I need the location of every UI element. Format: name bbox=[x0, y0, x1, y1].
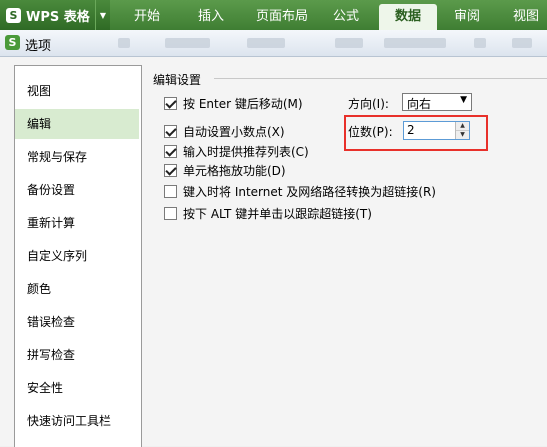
tab-page-layout[interactable]: 页面布局 bbox=[247, 4, 317, 30]
checkbox-alt-click-hyperlink[interactable] bbox=[164, 206, 177, 220]
direction-value: 向右 bbox=[407, 97, 432, 111]
sidebar-item-view[interactable]: 视图 bbox=[15, 76, 139, 106]
option-label: 键入时将 Internet 及网络路径转换为超链接(R) bbox=[183, 184, 436, 199]
chevron-down-icon[interactable]: ▼ bbox=[95, 0, 110, 30]
sidebar-item-spell-check[interactable]: 拼写检查 bbox=[15, 340, 139, 370]
tab-data[interactable]: 数据 bbox=[379, 4, 437, 30]
sidebar-item-quick-access-toolbar[interactable]: 快速访问工具栏 bbox=[15, 406, 139, 436]
option-label: 单元格拖放功能(D) bbox=[183, 163, 286, 178]
group-divider bbox=[214, 78, 547, 79]
direction-select[interactable]: 向右 ▼ bbox=[402, 93, 472, 111]
sidebar-item-edit[interactable]: 编辑 bbox=[15, 109, 139, 139]
ribbon-background-icon bbox=[512, 38, 532, 48]
option-alt-click-hyperlink[interactable]: 按下 ALT 键并单击以跟踪超链接(T) bbox=[164, 205, 372, 221]
sidebar-item-backup[interactable]: 备份设置 bbox=[15, 175, 139, 205]
edit-settings-group-title: 编辑设置 bbox=[153, 73, 202, 87]
sidebar-item-colors[interactable]: 颜色 bbox=[15, 274, 139, 304]
ribbon-background-icon bbox=[118, 38, 130, 48]
checkbox-drag-drop[interactable] bbox=[164, 163, 177, 177]
ribbon-background-icon bbox=[247, 38, 285, 48]
wps-app-menu-button[interactable]: S WPS 表格 ▼ bbox=[0, 0, 110, 30]
checkbox-auto-hyperlink[interactable] bbox=[164, 184, 177, 198]
ribbon-background-icon bbox=[165, 38, 210, 48]
direction-label: 方向(I): bbox=[348, 97, 389, 111]
sidebar-item-custom-lists[interactable]: 自定义序列 bbox=[15, 241, 139, 271]
ribbon-background-icon bbox=[474, 38, 486, 48]
chevron-down-icon[interactable]: ▼ bbox=[460, 95, 467, 105]
sidebar-item-recalculate[interactable]: 重新计算 bbox=[15, 208, 139, 238]
tab-review[interactable]: 审阅 bbox=[447, 4, 487, 30]
dialog-title: 选项 bbox=[25, 39, 52, 54]
option-label: 输入时提供推荐列表(C) bbox=[183, 144, 309, 159]
sidebar-item-error-check[interactable]: 错误检查 bbox=[15, 307, 139, 337]
wps-logo-icon: S bbox=[6, 7, 21, 23]
option-label: 按 Enter 键后移动(M) bbox=[183, 96, 303, 111]
ribbon-tab-bar: S WPS 表格 ▼ 开始 插入 页面布局 公式 数据 审阅 视图 bbox=[0, 0, 547, 30]
tab-view[interactable]: 视图 bbox=[506, 4, 546, 30]
sidebar-item-security[interactable]: 安全性 bbox=[15, 373, 139, 403]
option-drag-drop[interactable]: 单元格拖放功能(D) bbox=[164, 162, 286, 178]
ribbon-background-icon bbox=[335, 38, 363, 48]
options-category-list: 视图 编辑 常规与保存 备份设置 重新计算 自定义序列 颜色 错误检查 拼写检查… bbox=[14, 65, 142, 447]
tab-formulas[interactable]: 公式 bbox=[326, 4, 366, 30]
tab-home[interactable]: 开始 bbox=[122, 4, 172, 30]
option-move-after-enter[interactable]: 按 Enter 键后移动(M) bbox=[164, 95, 303, 111]
app-name: WPS 表格 bbox=[26, 9, 90, 25]
options-dialog: 视图 编辑 常规与保存 备份设置 重新计算 自定义序列 颜色 错误检查 拼写检查… bbox=[0, 57, 547, 447]
sidebar-item-general-save[interactable]: 常规与保存 bbox=[15, 142, 139, 172]
checkbox-auto-decimal[interactable] bbox=[164, 124, 177, 138]
option-autocomplete[interactable]: 输入时提供推荐列表(C) bbox=[164, 143, 309, 159]
option-auto-decimal[interactable]: 自动设置小数点(X) bbox=[164, 123, 285, 139]
option-auto-hyperlink[interactable]: 键入时将 Internet 及网络路径转换为超链接(R) bbox=[164, 183, 436, 199]
dialog-titlebar[interactable]: S 选项 bbox=[0, 30, 547, 57]
option-label: 按下 ALT 键并单击以跟踪超链接(T) bbox=[183, 206, 372, 221]
highlight-box bbox=[344, 115, 488, 151]
tab-insert[interactable]: 插入 bbox=[186, 4, 236, 30]
option-label: 自动设置小数点(X) bbox=[183, 124, 285, 139]
ribbon-background-icon bbox=[384, 38, 446, 48]
checkbox-move-after-enter[interactable] bbox=[164, 96, 177, 110]
checkbox-autocomplete[interactable] bbox=[164, 144, 177, 158]
wps-logo-icon: S bbox=[5, 35, 20, 50]
